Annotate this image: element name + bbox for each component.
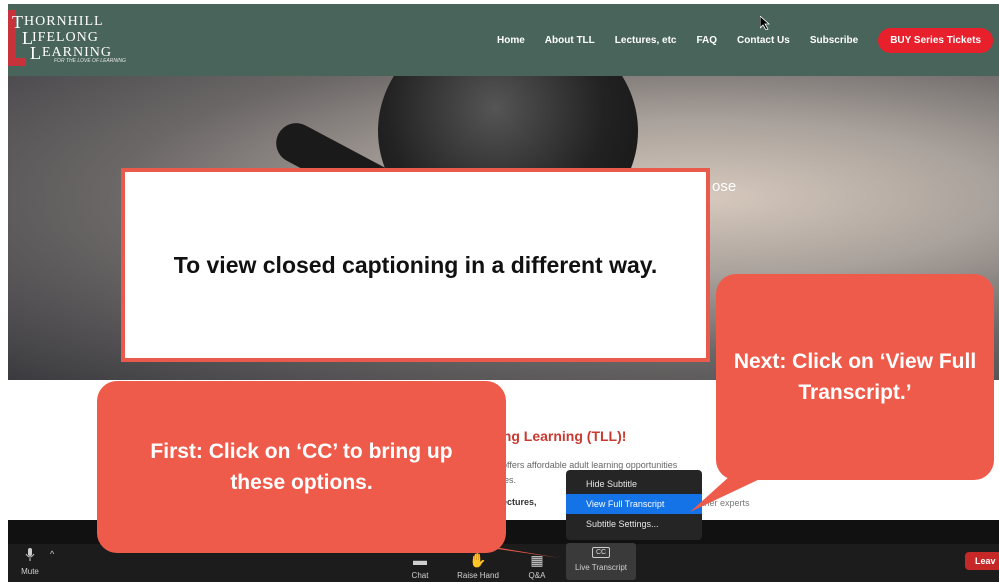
instruction-callout: To view closed captioning in a different… <box>121 168 710 362</box>
mouse-cursor-icon <box>760 16 770 30</box>
next-step-text: Next: Click on ‘View Full Transcript.’ <box>733 350 977 404</box>
instruction-text: To view closed captioning in a different… <box>173 251 658 278</box>
first-step-text: First: Click on ‘CC’ to bring up these o… <box>150 440 453 494</box>
next-step-callout: Next: Click on ‘View Full Transcript.’ <box>716 274 994 480</box>
first-step-callout: First: Click on ‘CC’ to bring up these o… <box>97 381 506 553</box>
